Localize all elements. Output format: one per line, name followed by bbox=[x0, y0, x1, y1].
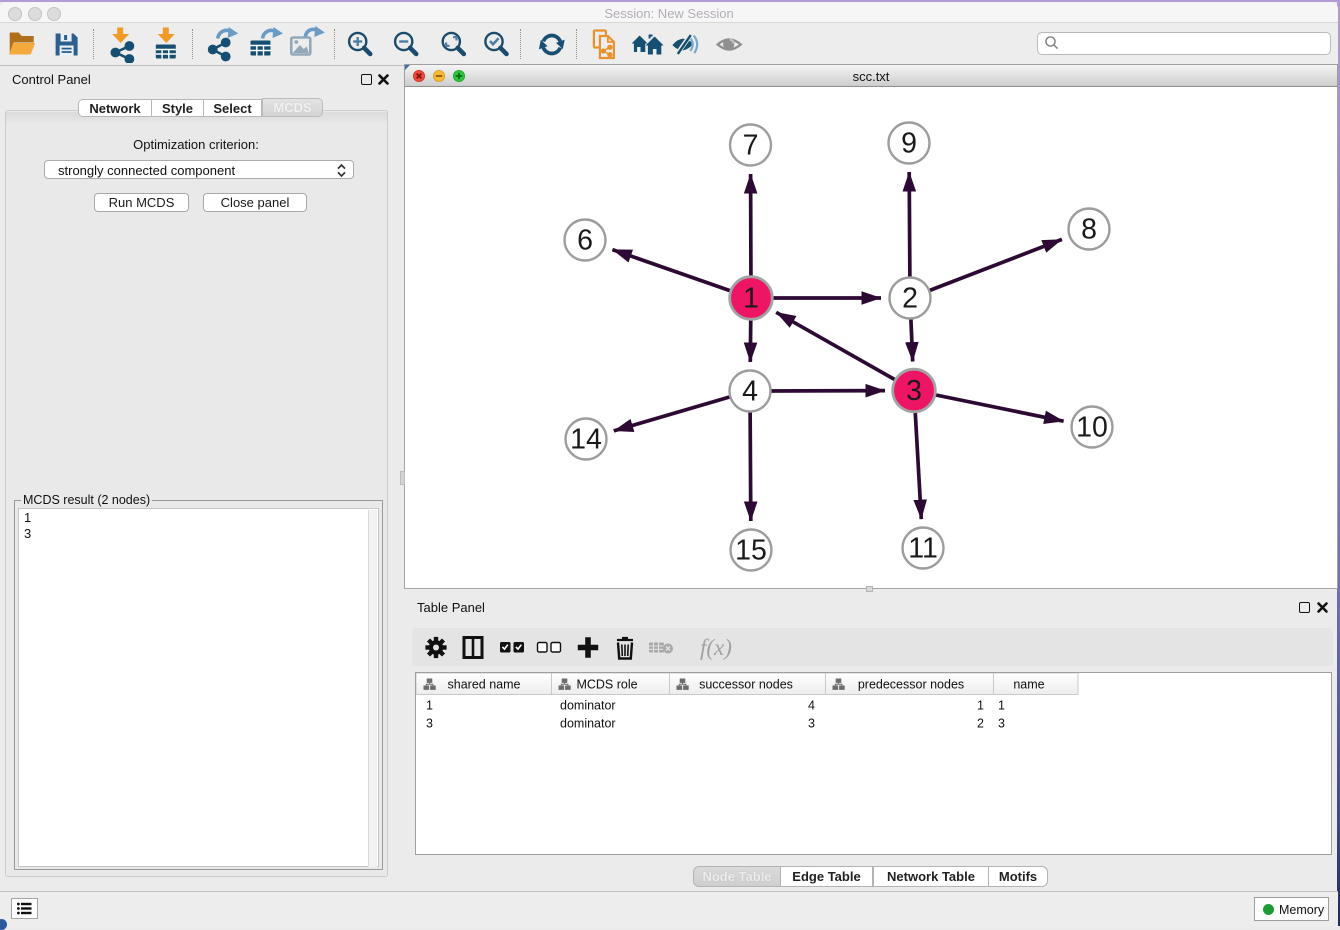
svg-text:3: 3 bbox=[808, 717, 815, 731]
svg-text:2: 2 bbox=[902, 283, 918, 315]
svg-text:4: 4 bbox=[742, 376, 758, 408]
svg-text:3: 3 bbox=[906, 375, 922, 407]
svg-text:3: 3 bbox=[426, 717, 433, 731]
svg-text:9: 9 bbox=[901, 128, 917, 160]
svg-text:successor nodes: successor nodes bbox=[699, 678, 793, 692]
svg-text:1: 1 bbox=[998, 699, 1005, 713]
svg-text:predecessor nodes: predecessor nodes bbox=[858, 678, 964, 692]
svg-text:f(x): f(x) bbox=[700, 635, 732, 660]
svg-text:2: 2 bbox=[977, 717, 984, 731]
svg-text:8: 8 bbox=[1081, 214, 1097, 246]
svg-text:shared name: shared name bbox=[448, 678, 521, 692]
svg-text:name: name bbox=[1013, 678, 1044, 692]
svg-text:7: 7 bbox=[743, 130, 759, 162]
svg-text:11: 11 bbox=[908, 533, 938, 565]
svg-text:1: 1 bbox=[426, 699, 433, 713]
svg-text:15: 15 bbox=[735, 535, 767, 567]
svg-text:6: 6 bbox=[577, 225, 593, 257]
svg-text:4: 4 bbox=[808, 699, 815, 713]
svg-text:dominator: dominator bbox=[560, 717, 616, 731]
svg-text:MCDS role: MCDS role bbox=[576, 678, 637, 692]
svg-text:1: 1 bbox=[743, 283, 759, 315]
svg-text:dominator: dominator bbox=[560, 699, 616, 713]
svg-text:14: 14 bbox=[570, 424, 602, 456]
svg-text:1: 1 bbox=[977, 699, 984, 713]
svg-text:3: 3 bbox=[998, 717, 1005, 731]
svg-text:10: 10 bbox=[1076, 412, 1108, 444]
